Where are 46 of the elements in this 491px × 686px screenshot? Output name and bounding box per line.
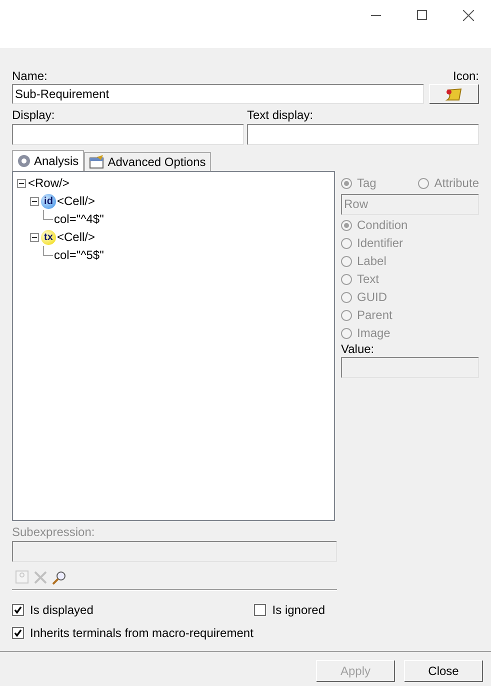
close-icon[interactable] — [462, 10, 474, 20]
radio-label: GUID — [357, 289, 387, 306]
display-field[interactable] — [12, 124, 244, 145]
field-label: Icon: — [452, 68, 479, 84]
maximize-icon[interactable] — [417, 10, 427, 20]
icon-button[interactable] — [429, 84, 479, 104]
tree-node[interactable]: <Cell/> — [57, 228, 96, 246]
checkbox-label: Is displayed — [30, 602, 94, 619]
radio-label: Attribute — [434, 175, 479, 192]
gear-icon — [17, 154, 31, 168]
name-field[interactable]: Sub-Requirement — [12, 84, 424, 104]
node-badge: tx — [41, 230, 56, 244]
radio-label: Parent — [357, 307, 392, 324]
field-label: Text display: — [247, 107, 314, 124]
collapse-icon[interactable] — [17, 178, 26, 188]
tab[interactable]: Analysis — [12, 150, 84, 171]
minimize-icon[interactable] — [371, 14, 381, 16]
note-icon — [445, 88, 463, 100]
checkbox-label: Inherits terminals from macro-requirement — [30, 625, 254, 642]
radio-label: Text — [357, 271, 380, 288]
radio-label: Identifier — [357, 235, 404, 252]
tree-node[interactable]: <Cell/> — [57, 192, 96, 210]
radio-label: Condition — [357, 217, 408, 234]
tree-node[interactable]: col="^5$" — [54, 246, 104, 264]
tab[interactable]: Advanced Options — [84, 152, 211, 171]
checkbox[interactable] — [254, 604, 266, 616]
node-badge: id — [41, 194, 56, 208]
collapse-icon[interactable] — [30, 196, 39, 206]
radio-label: Label — [357, 253, 386, 270]
magnifier-icon[interactable] — [52, 570, 67, 584]
checkbox[interactable] — [12, 627, 24, 639]
field-label: Name: — [12, 68, 48, 84]
collapse-icon[interactable] — [30, 232, 39, 242]
tree-node[interactable]: <Row/> — [28, 174, 70, 192]
settings-window-icon — [88, 155, 105, 169]
text-display-field[interactable] — [247, 124, 479, 145]
field-label: Display: — [12, 107, 56, 124]
field-label: Value: — [341, 342, 376, 357]
radio-label: Tag — [357, 175, 376, 192]
close-button[interactable]: Close — [404, 660, 483, 682]
field-label: Subexpression: — [12, 524, 96, 541]
radio-label: Image — [357, 325, 390, 342]
subexpression-field[interactable] — [12, 541, 337, 562]
checkbox-label: Is ignored — [272, 602, 325, 619]
checkbox[interactable] — [12, 604, 24, 616]
tree-node[interactable]: col="^4$" — [54, 210, 104, 228]
